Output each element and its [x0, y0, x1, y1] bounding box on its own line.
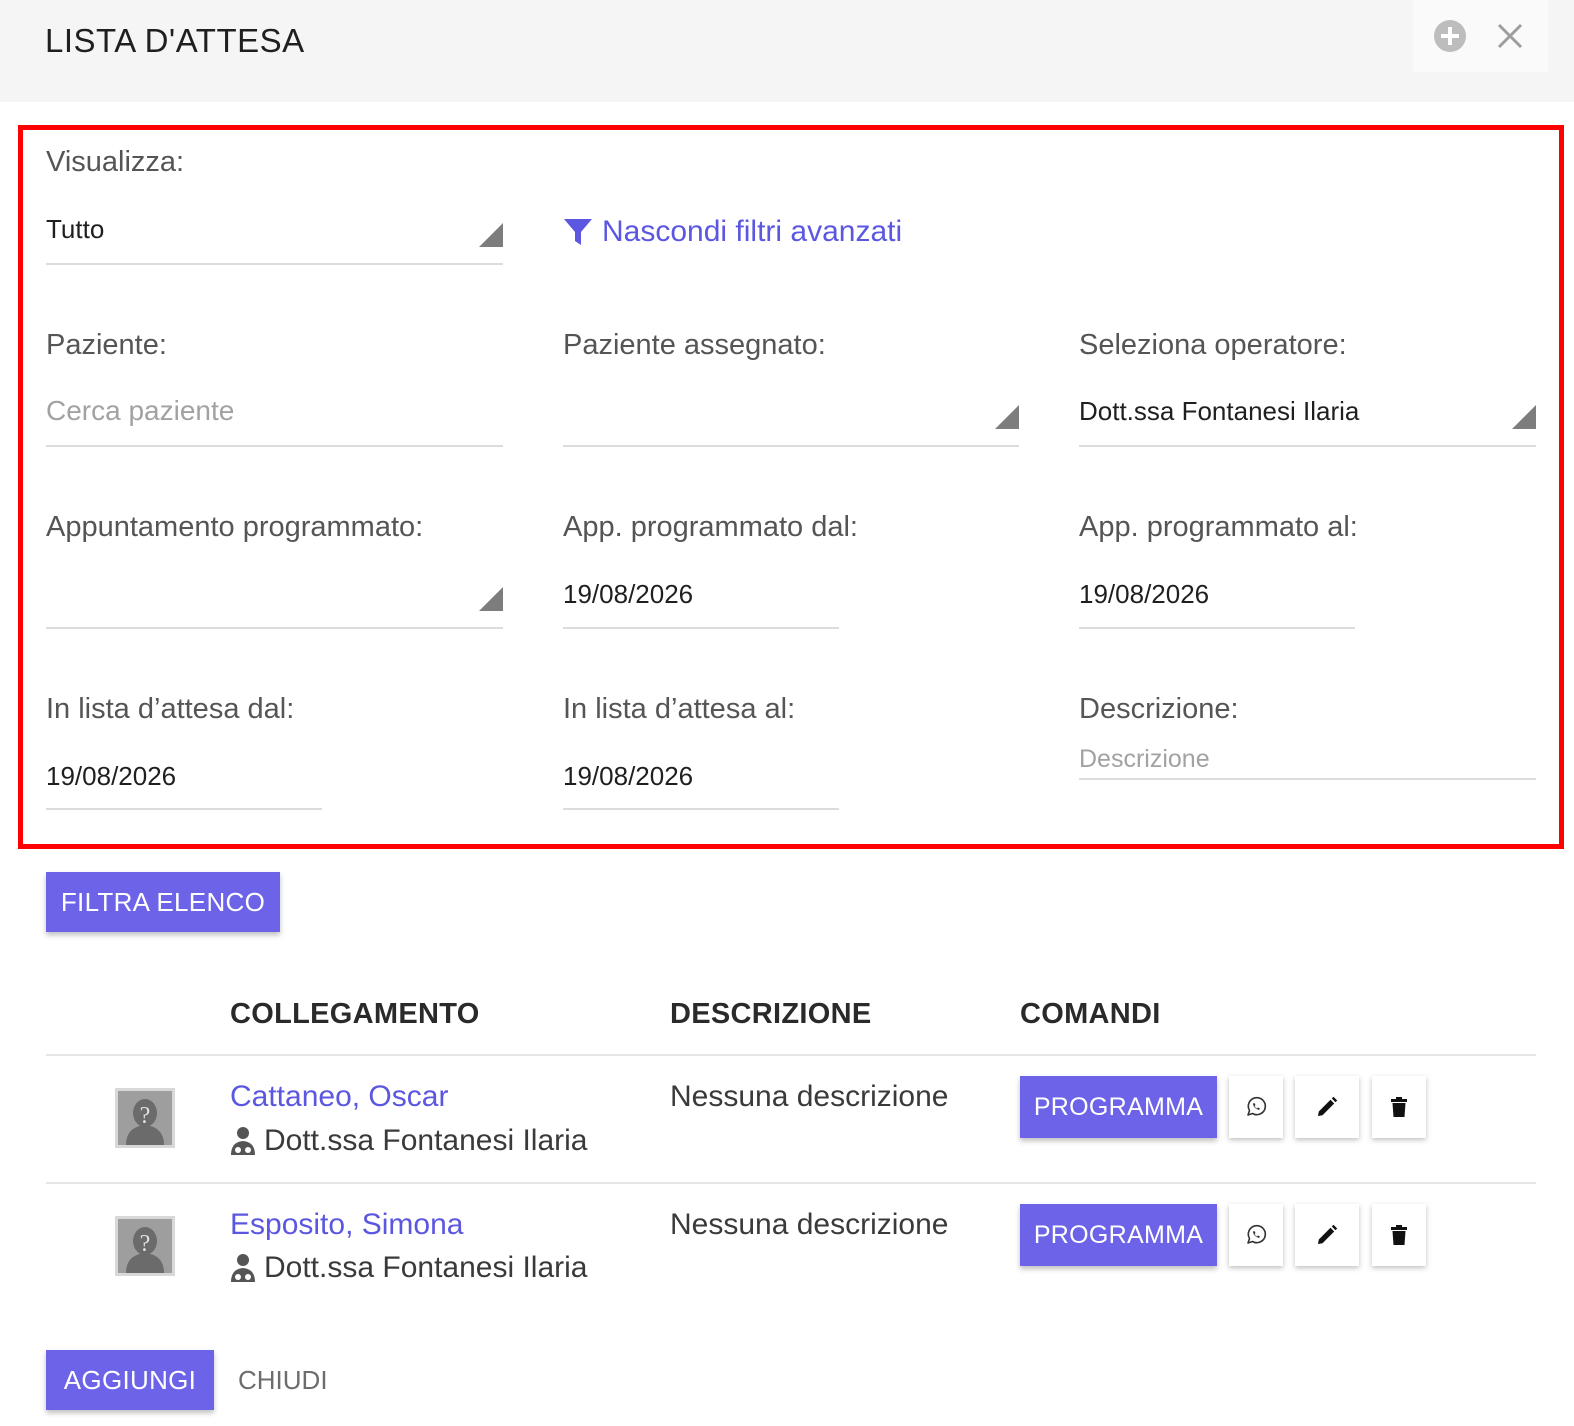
visualizza-dropdown-icon[interactable] [479, 223, 503, 247]
patient-link[interactable]: Cattaneo, Oscar [230, 1080, 448, 1114]
close-x-icon[interactable] [1497, 23, 1523, 49]
close-button[interactable]: CHIUDI [238, 1365, 328, 1396]
pencil-icon [1318, 1096, 1338, 1116]
app-al-label: App. programmato al: [1079, 511, 1358, 543]
programma-button[interactable]: PROGRAMMA [1020, 1076, 1217, 1138]
row-description: Nessuna descrizione [670, 1208, 949, 1241]
table-header-divider [46, 1054, 1536, 1056]
add-button[interactable]: AGGIUNGI [46, 1350, 214, 1410]
whatsapp-button[interactable] [1229, 1204, 1283, 1266]
column-header-collegamento: COLLEGAMENTO [230, 998, 480, 1030]
delete-button[interactable] [1372, 1204, 1426, 1266]
toggle-advanced-filters-link[interactable]: Nascondi filtri avanzati [562, 212, 902, 252]
operator-name: Dott.ssa Fontanesi Ilaria [264, 1251, 588, 1284]
patient-search-underline [46, 445, 503, 447]
descrizione-underline [1079, 778, 1536, 780]
appuntamento-underline [46, 627, 503, 629]
paziente-label: Paziente: [46, 329, 167, 361]
descrizione-input[interactable]: Descrizione [1079, 745, 1210, 774]
programma-button[interactable]: PROGRAMMA [1020, 1204, 1217, 1266]
trash-icon [1391, 1225, 1407, 1245]
operatore-dropdown-icon[interactable] [1512, 405, 1536, 429]
appuntamento-label: Appuntamento programmato: [46, 511, 424, 543]
paziente-assegnato-label: Paziente assegnato: [563, 329, 826, 361]
app-dal-label: App. programmato dal: [563, 511, 858, 543]
avatar: ? [115, 1088, 175, 1148]
whatsapp-icon [1247, 1224, 1267, 1244]
app-al-date-input[interactable]: 19/08/2026 [1079, 579, 1209, 610]
patient-link[interactable]: Esposito, Simona [230, 1208, 463, 1242]
paziente-assegnato-select[interactable] [563, 396, 983, 430]
svg-text:?: ? [140, 1103, 151, 1129]
appuntamento-dropdown-icon[interactable] [479, 587, 503, 611]
lista-al-underline [563, 808, 839, 810]
patient-search-input[interactable]: Cerca paziente [46, 395, 234, 427]
app-al-underline [1079, 627, 1355, 629]
paziente-assegnato-dropdown-icon[interactable] [995, 405, 1019, 429]
doctor-icon [231, 1127, 255, 1155]
dialog-header: LISTA D'ATTESA [0, 0, 1574, 102]
advanced-filters-label: Nascondi filtri avanzati [602, 215, 903, 248]
app-dal-date-input[interactable]: 19/08/2026 [563, 579, 693, 610]
lista-dal-date-input[interactable]: 19/08/2026 [46, 761, 176, 792]
descrizione-label: Descrizione: [1079, 693, 1239, 725]
whatsapp-button[interactable] [1229, 1076, 1283, 1138]
trash-icon [1391, 1097, 1407, 1117]
row-description: Nessuna descrizione [670, 1080, 949, 1113]
operatore-select[interactable]: Dott.ssa Fontanesi Ilaria [1079, 396, 1359, 427]
delete-button[interactable] [1372, 1076, 1426, 1138]
visualizza-select[interactable]: Tutto [46, 214, 104, 245]
unknown-person-icon: ? [118, 1091, 172, 1145]
column-header-descrizione: DESCRIZIONE [670, 998, 872, 1030]
appuntamento-select[interactable] [46, 578, 466, 612]
operator-name: Dott.ssa Fontanesi Ilaria [264, 1124, 588, 1157]
dialog-title: LISTA D'ATTESA [45, 22, 305, 59]
doctor-icon [231, 1254, 255, 1282]
svg-text:?: ? [140, 1231, 151, 1257]
visualizza-underline [46, 263, 503, 265]
assigned-operator: Dott.ssa Fontanesi Ilaria [230, 1251, 587, 1285]
filter-funnel-icon [564, 219, 592, 245]
filter-list-button[interactable]: FILTRA ELENCO [46, 872, 280, 932]
header-actions [1413, 0, 1548, 72]
edit-button[interactable] [1295, 1204, 1359, 1266]
app-dal-underline [563, 627, 839, 629]
assigned-operator: Dott.ssa Fontanesi Ilaria [230, 1124, 587, 1158]
lista-al-label: In lista d’attesa al: [563, 693, 796, 725]
whatsapp-icon [1247, 1096, 1267, 1116]
visualizza-label: Visualizza: [46, 146, 185, 178]
plus-circle-icon[interactable] [1433, 19, 1467, 53]
lista-dal-label: In lista d’attesa dal: [46, 693, 295, 725]
avatar: ? [115, 1216, 175, 1276]
operatore-label: Seleziona operatore: [1079, 329, 1347, 361]
lista-al-date-input[interactable]: 19/08/2026 [563, 761, 693, 792]
paziente-assegnato-underline [563, 445, 1019, 447]
pencil-icon [1318, 1224, 1338, 1244]
unknown-person-icon: ? [118, 1219, 172, 1273]
column-header-comandi: COMANDI [1020, 998, 1161, 1030]
row-divider [46, 1182, 1536, 1184]
lista-dal-underline [46, 808, 322, 810]
operatore-underline [1079, 445, 1536, 447]
edit-button[interactable] [1295, 1076, 1359, 1138]
